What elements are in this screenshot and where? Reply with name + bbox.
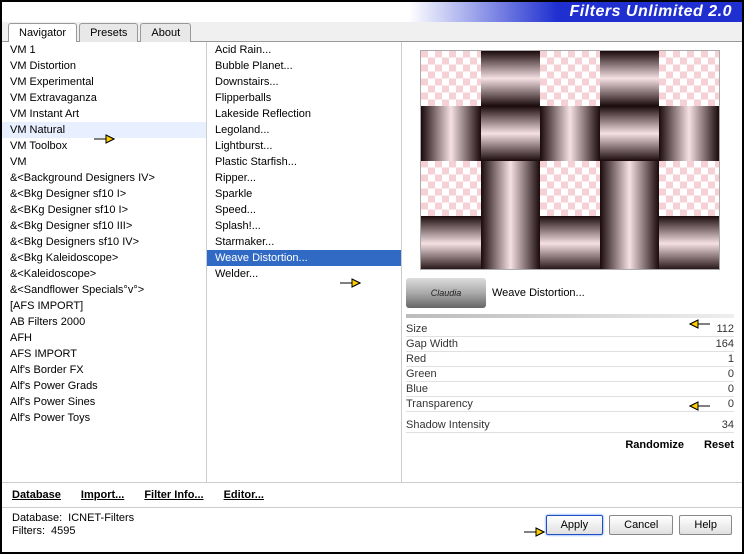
apply-button[interactable]: Apply [546,515,604,535]
param-value: 0 [704,398,734,410]
param-value: 0 [704,368,734,380]
category-item[interactable]: &<Bkg Designers sf10 IV> [2,234,206,250]
filter-item[interactable]: Welder... [207,266,401,282]
category-item[interactable]: [AFS IMPORT] [2,298,206,314]
params-group: Size112Gap Width164Red1Green0Blue0Transp… [406,322,734,412]
param-row[interactable]: Red1 [406,352,734,367]
filter-item[interactable]: Bubble Planet... [207,58,401,74]
params-group-2: Shadow Intensity34 [406,418,734,433]
category-item[interactable]: VM Instant Art [2,106,206,122]
filters-value: 4595 [51,525,75,537]
category-item[interactable]: &<Bkg Kaleidoscope> [2,250,206,266]
filter-item[interactable]: Flipperballs [207,90,401,106]
param-label: Size [406,323,704,335]
filter-item[interactable]: Splash!... [207,218,401,234]
param-row[interactable]: Blue0 [406,382,734,397]
category-item[interactable]: VM Natural [2,122,206,138]
param-label: Gap Width [406,338,704,350]
database-link[interactable]: Database [12,489,61,501]
tab-about[interactable]: About [140,23,191,42]
category-item[interactable]: VM Toolbox [2,138,206,154]
param-value: 34 [704,419,734,431]
filter-item[interactable]: Plastic Starfish... [207,154,401,170]
param-value: 112 [704,323,734,335]
import-link[interactable]: Import... [81,489,124,501]
category-item[interactable]: VM Extravaganza [2,90,206,106]
category-item[interactable]: Alf's Power Sines [2,394,206,410]
main-area: VM 1VM DistortionVM ExperimentalVM Extra… [2,42,742,482]
category-item[interactable]: &<Bkg Designer sf10 I> [2,186,206,202]
filter-item[interactable]: Speed... [207,202,401,218]
filter-item[interactable]: Downstairs... [207,74,401,90]
category-item[interactable]: AFS IMPORT [2,346,206,362]
tab-navigator[interactable]: Navigator [8,23,77,42]
param-label: Green [406,368,704,380]
category-item[interactable]: VM Distortion [2,58,206,74]
param-value: 164 [704,338,734,350]
param-value: 0 [704,383,734,395]
param-row[interactable]: Green0 [406,367,734,382]
category-item[interactable]: &<Kaleidoscope> [2,266,206,282]
param-row[interactable]: Gap Width164 [406,337,734,352]
randomize-reset-row: Randomize Reset [406,439,734,451]
randomize-button[interactable]: Randomize [625,439,684,451]
reset-button[interactable]: Reset [704,439,734,451]
app-title: Filters Unlimited 2.0 [569,3,732,21]
category-item[interactable]: &<Bkg Designer sf10 III> [2,218,206,234]
category-list[interactable]: VM 1VM DistortionVM ExperimentalVM Extra… [2,42,207,482]
filter-item[interactable]: Sparkle [207,186,401,202]
status-left: Database: ICNET-Filters Filters: 4595 [12,512,134,537]
watermark: Claudia [406,278,486,308]
category-item[interactable]: &<Background Designers IV> [2,170,206,186]
status-row: Database: ICNET-Filters Filters: 4595 Ap… [2,507,742,541]
category-item[interactable]: VM Experimental [2,74,206,90]
preview-image [420,50,720,270]
category-item[interactable]: &<BKg Designer sf10 I> [2,202,206,218]
action-row: Database Import... Filter Info... Editor… [2,482,742,507]
param-label: Red [406,353,704,365]
category-item[interactable]: VM [2,154,206,170]
param-label: Blue [406,383,704,395]
buttons-row: Apply Cancel Help [546,515,732,535]
category-item[interactable]: &<Sandflower Specials°v°> [2,282,206,298]
param-label: Transparency [406,398,704,410]
db-label: Database: [12,512,62,524]
cancel-button[interactable]: Cancel [609,515,673,535]
preview-panel: Claudia Weave Distortion... Size112Gap W… [402,42,742,482]
db-value: ICNET-Filters [68,512,134,524]
tab-presets[interactable]: Presets [79,23,138,42]
filter-name-track [406,314,734,318]
category-item[interactable]: AB Filters 2000 [2,314,206,330]
filter-item[interactable]: Lightburst... [207,138,401,154]
param-value: 1 [704,353,734,365]
param-label: Shadow Intensity [406,419,704,431]
filter-info-link[interactable]: Filter Info... [144,489,203,501]
param-row[interactable]: Shadow Intensity34 [406,418,734,433]
filter-item[interactable]: Lakeside Reflection [207,106,401,122]
param-row[interactable]: Size112 [406,322,734,337]
tabs-row: Navigator Presets About [2,22,742,42]
filter-item[interactable]: Weave Distortion... [207,250,401,266]
filters-label: Filters: [12,525,45,537]
category-item[interactable]: Alf's Power Grads [2,378,206,394]
category-item[interactable]: Alf's Border FX [2,362,206,378]
filter-list[interactable]: Acid Rain...Bubble Planet...Downstairs..… [207,42,402,482]
title-bar: Filters Unlimited 2.0 [2,2,742,22]
editor-link[interactable]: Editor... [224,489,264,501]
filter-item[interactable]: Ripper... [207,170,401,186]
filter-item[interactable]: Acid Rain... [207,42,401,58]
current-filter-name: Weave Distortion... [492,287,734,299]
category-item[interactable]: AFH [2,330,206,346]
filter-item[interactable]: Legoland... [207,122,401,138]
filter-name-row: Claudia Weave Distortion... [406,278,734,308]
filter-item[interactable]: Starmaker... [207,234,401,250]
help-button[interactable]: Help [679,515,732,535]
param-row[interactable]: Transparency0 [406,397,734,412]
category-item[interactable]: VM 1 [2,42,206,58]
category-item[interactable]: Alf's Power Toys [2,410,206,426]
